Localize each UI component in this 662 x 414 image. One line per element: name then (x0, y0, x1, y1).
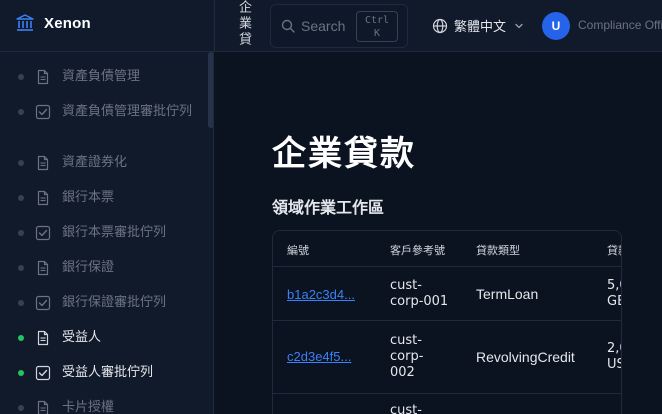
document-icon (37, 330, 49, 346)
sidebar-item[interactable]: 受益人 (0, 321, 206, 355)
document-icon (37, 190, 49, 206)
sidebar-item[interactable]: 資產證券化 (0, 146, 206, 180)
sidebar-item-label: 銀行保證審批佇列 (62, 295, 167, 310)
document-icon (37, 260, 49, 276)
topbar-divider (214, 0, 215, 52)
loan-type-cell: TermLoan (476, 286, 539, 302)
sidebar-item[interactable]: 資產負債管理 (0, 60, 206, 94)
document-icon (37, 69, 49, 85)
sidebar-item-label: 銀行本票審批佇列 (62, 225, 167, 240)
topbar-page-title: 企業貸款 (236, 0, 251, 48)
app-name: Xenon (44, 14, 91, 32)
status-dot (18, 74, 24, 80)
sidebar-item[interactable]: 資產負債管理審批佇列 (0, 95, 206, 129)
amount-cell: 5,0 GB (607, 278, 621, 309)
status-dot (18, 405, 24, 411)
amount-cell: 2,0 US (607, 341, 621, 372)
sidebar-item-label: 資產負債管理 (62, 69, 141, 84)
section-title: 領域作業工作區 (272, 198, 385, 217)
globe-icon (432, 18, 448, 33)
language-selector[interactable]: 繁體中文 (432, 16, 524, 35)
sidebar-item-label: 資產負債管理審批佇列 (62, 104, 193, 119)
column-header-loan-type[interactable]: 貸款類型 (476, 242, 520, 258)
status-dot (18, 160, 24, 166)
search-box[interactable]: Search Ctrl K (270, 4, 408, 48)
loan-id-link[interactable]: b1a2c3d4... (287, 287, 355, 303)
avatar[interactable]: U (542, 12, 570, 40)
sidebar-item-label: 受益人審批佇列 (62, 365, 154, 380)
sidebar-item-label: 受益人 (62, 330, 102, 345)
loan-id-link[interactable]: c2d3e4f5... (287, 349, 351, 365)
sidebar-item[interactable]: 銀行本票審批佇列 (0, 216, 206, 250)
column-header-amount[interactable]: 貸款 (607, 242, 621, 258)
sidebar: 資產負債管理資產負債管理審批佇列 資產證券化銀行本票銀行本票審批佇列 銀行保證銀行保… (0, 52, 214, 414)
status-dot (18, 230, 24, 236)
page-title: 企業貸款 (272, 134, 416, 174)
sidebar-item-label: 銀行本票 (62, 190, 115, 205)
sidebar-item[interactable]: 銀行保證 (0, 251, 206, 285)
status-dot (18, 195, 24, 201)
status-dot (18, 265, 24, 271)
column-header-id[interactable]: 編號 (287, 242, 309, 258)
status-dot (18, 109, 24, 115)
user-role: Compliance Offi (578, 18, 662, 32)
search-placeholder: Search (301, 18, 346, 34)
document-icon (37, 155, 49, 171)
checklist-icon (35, 365, 51, 381)
sidebar-item[interactable]: 受益人審批佇列 (0, 356, 206, 390)
sidebar-item[interactable]: 銀行保證審批佇列 (0, 286, 206, 320)
status-dot (18, 300, 24, 306)
column-header-customer-ref[interactable]: 客戶參考號 (390, 242, 445, 258)
search-shortcut: Ctrl K (356, 11, 398, 42)
checklist-icon (35, 295, 51, 311)
row-divider (273, 393, 621, 394)
customer-ref-cell: cust- corp- 002 (390, 333, 424, 380)
customer-ref-cell: cust- (390, 403, 422, 414)
checklist-icon (35, 104, 51, 120)
checklist-icon (35, 225, 51, 241)
search-icon (281, 19, 295, 33)
language-label: 繁體中文 (454, 20, 507, 35)
sidebar-scrollbar[interactable] (208, 52, 213, 128)
sidebar-item-label: 銀行保證 (62, 260, 115, 275)
status-dot (18, 370, 24, 376)
loans-table: 編號 客戶參考號 貸款類型 貸款 b1a2c3d4... cust- corp-… (272, 230, 622, 414)
header-divider (273, 266, 621, 267)
top-bar: Xenon 企業貸款 Search Ctrl K 繁體中文 U Complian… (0, 0, 662, 52)
bank-icon (16, 14, 34, 31)
chevron-down-icon (515, 23, 523, 28)
sidebar-item[interactable]: 銀行本票 (0, 181, 206, 215)
sidebar-item-label: 卡片授權 (62, 400, 115, 414)
status-dot (18, 335, 24, 341)
customer-ref-cell: cust- corp-001 (390, 278, 449, 309)
loan-type-cell: RevolvingCredit (476, 349, 575, 365)
sidebar-item-label: 資產證券化 (62, 155, 128, 170)
brand[interactable]: Xenon (16, 14, 91, 32)
row-divider (273, 320, 621, 321)
document-icon (37, 400, 49, 414)
sidebar-item[interactable]: 卡片授權 (0, 391, 206, 414)
